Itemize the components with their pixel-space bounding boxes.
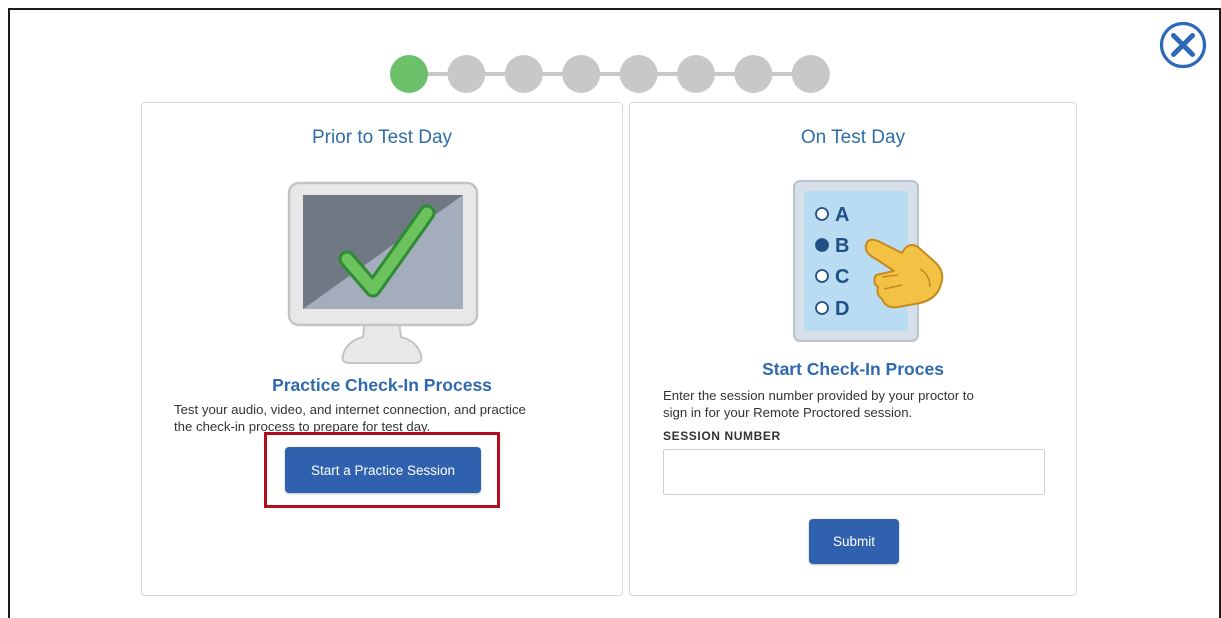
choice-a-radio xyxy=(815,207,829,221)
progress-step-5 xyxy=(619,55,658,93)
practice-description: Test your audio, video, and internet con… xyxy=(174,401,526,435)
monitor-checkmark-icon xyxy=(287,181,479,364)
on-test-day-panel: On Test Day A B C D Start Check-In Proce… xyxy=(629,102,1077,596)
close-button[interactable] xyxy=(1158,20,1208,70)
check-in-heading: Start Check-In Proces xyxy=(762,359,944,379)
progress-step-2 xyxy=(447,55,486,93)
session-number-label: SESSION NUMBER xyxy=(663,429,781,443)
start-practice-session-button[interactable]: Start a Practice Session xyxy=(285,447,481,493)
panel-title-prior: Prior to Test Day xyxy=(311,127,453,148)
practice-description-line-1: Test your audio, video, and internet con… xyxy=(174,402,526,417)
progress-steps xyxy=(390,55,830,93)
progress-step-4 xyxy=(562,55,601,93)
submit-button[interactable]: Submit xyxy=(809,519,899,564)
choice-c-radio xyxy=(815,269,829,283)
choice-a-label: A xyxy=(835,204,849,226)
progress-step-8 xyxy=(791,55,830,93)
practice-heading: Practice Check-In Process xyxy=(272,375,492,395)
progress-step-7 xyxy=(734,55,773,93)
choice-d-radio xyxy=(815,301,829,315)
check-in-description: Enter the session number provided by you… xyxy=(663,387,974,421)
check-in-description-line-1: Enter the session number provided by you… xyxy=(663,388,974,403)
progress-step-1 xyxy=(390,55,428,93)
tablet-multiple-choice-icon: A B C D xyxy=(793,180,944,342)
progress-step-3 xyxy=(504,55,543,93)
choice-b-radio xyxy=(815,238,829,252)
check-in-description-line-2: sign in for your Remote Proctored sessio… xyxy=(663,405,913,420)
panel-title-on-test-day: On Test Day xyxy=(800,127,906,148)
choice-d-label: D xyxy=(835,298,849,320)
close-circle-icon xyxy=(1159,21,1207,69)
progress-step-6 xyxy=(677,55,715,93)
choice-c-label: C xyxy=(835,266,849,288)
choice-b-label: B xyxy=(835,235,849,257)
prior-to-test-day-panel: Prior to Test Day Practice Check-In Proc… xyxy=(141,102,623,596)
session-number-input[interactable] xyxy=(663,449,1045,495)
practice-description-line-2: the check-in process to prepare for test… xyxy=(174,419,431,434)
